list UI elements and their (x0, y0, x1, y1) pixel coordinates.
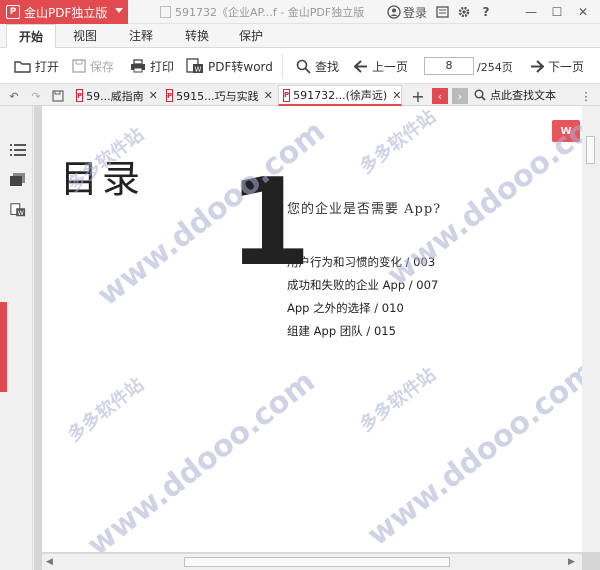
window-title: 591732《企业AP...f - 金山PDF独立版 (160, 4, 364, 20)
tab-annotate[interactable]: 注释 (118, 24, 164, 48)
pdf-to-word-label: PDF转word (208, 59, 273, 74)
close-tab-icon[interactable]: ✕ (149, 89, 158, 102)
pdf-page: 目录 1 您的企业是否需要 App? 用户行为和习惯的变化 / 003 成功和失… (42, 106, 582, 552)
page-number-input[interactable]: 8 (424, 57, 474, 75)
arrow-left-icon (354, 59, 367, 73)
maximize-icon[interactable]: ☐ (546, 0, 568, 24)
vertical-scrollbar[interactable] (582, 106, 600, 552)
doc-tab-label: 5915...巧与实践 (176, 89, 259, 103)
svg-text:W: W (18, 210, 24, 217)
title-bar: P 金山PDF独立版 591732《企业AP...f - 金山PDF独立版 登录… (0, 0, 600, 24)
login-link[interactable]: 登录 (403, 4, 427, 21)
watermark-text: 多多软件站 (355, 364, 440, 437)
tab-protect[interactable]: 保护 (228, 24, 274, 48)
pdf-file-icon: P (76, 89, 84, 102)
toc-item[interactable]: App 之外的选择 / 010 (287, 300, 404, 316)
user-icon[interactable] (387, 5, 401, 19)
new-tab-icon[interactable]: + (410, 87, 426, 106)
undo-icon[interactable]: ↶ (6, 88, 22, 104)
toc-item[interactable]: 组建 App 团队 / 015 (287, 323, 396, 339)
text-search-box[interactable]: 点此查找文本 (474, 87, 556, 103)
file-icon (160, 6, 171, 18)
doc-tab-label: 591732...(徐声远) (293, 89, 388, 102)
printer-icon (131, 59, 145, 73)
toolbar-divider (282, 54, 283, 78)
page-total: /254页 (477, 61, 513, 74)
sidebar-collapse-handle[interactable] (0, 302, 7, 392)
svg-text:W: W (195, 66, 202, 74)
word-convert-icon: W (186, 58, 203, 74)
print-label: 打印 (150, 59, 175, 74)
save-quick-icon[interactable] (50, 88, 66, 104)
open-label: 打开 (35, 59, 60, 74)
thumbnails-icon[interactable] (10, 172, 26, 188)
horizontal-scroll-thumb[interactable] (184, 557, 450, 567)
outline-list-icon[interactable] (10, 142, 26, 158)
save-button[interactable]: 保存 (72, 56, 114, 76)
document-tab-strip: ↶ ↷ P 59...威指南 ✕ P 5915...巧与实践 ✕ P 59173… (0, 84, 600, 106)
search-icon (296, 59, 311, 74)
redo-icon[interactable]: ↷ (28, 88, 44, 104)
ribbon-tabs: 开始 视图 注释 转换 保护 (0, 24, 600, 49)
find-button[interactable]: 查找 (296, 56, 339, 76)
next-page-button[interactable]: 下一页 (530, 56, 584, 76)
save-label: 保存 (90, 59, 115, 74)
close-tab-icon[interactable]: ✕ (392, 89, 401, 102)
message-icon[interactable] (435, 5, 449, 19)
scroll-tabs-left-icon[interactable]: ‹ (432, 88, 448, 104)
more-icon[interactable]: ⋮ (578, 88, 594, 104)
help-icon[interactable]: ? (479, 5, 493, 19)
search-placeholder: 点此查找文本 (490, 89, 556, 102)
arrow-right-icon (531, 59, 544, 73)
word-export-side-icon[interactable]: W (10, 202, 26, 218)
scroll-right-icon[interactable]: ▶ (568, 557, 575, 567)
app-name: 金山PDF独立版 (24, 5, 108, 20)
chapter-title: 您的企业是否需要 App? (287, 202, 442, 217)
window-title-text: 591732《企业AP...f - 金山PDF独立版 (175, 6, 365, 19)
horizontal-scrollbar[interactable]: ◀ ▶ (42, 553, 582, 570)
tab-start[interactable]: 开始 (6, 24, 56, 49)
close-tab-icon[interactable]: ✕ (264, 89, 273, 102)
pdf-file-icon: P (166, 89, 174, 102)
tab-view[interactable]: 视图 (62, 24, 108, 48)
doc-tab-label: 59...威指南 (86, 89, 144, 103)
folder-icon (14, 61, 31, 73)
document-viewport: 目录 1 您的企业是否需要 App? 用户行为和习惯的变化 / 003 成功和失… (34, 106, 600, 570)
doc-tab-3[interactable]: P 591732...(徐声远) ✕ (278, 85, 402, 106)
doc-tab-1[interactable]: P 59...威指南 ✕ (72, 85, 160, 106)
close-icon[interactable]: ✕ (572, 0, 594, 24)
minimize-icon[interactable]: — (520, 0, 542, 24)
open-button[interactable]: 打开 (14, 56, 59, 76)
app-logo-icon: P (6, 5, 20, 19)
doc-tab-2[interactable]: P 5915...巧与实践 ✕ (162, 85, 274, 106)
search-icon (474, 89, 486, 101)
left-sidebar: W (0, 106, 33, 570)
app-menu-button[interactable]: P 金山PDF独立版 (0, 0, 128, 24)
pdf-to-word-button[interactable]: W PDF转word (186, 56, 273, 76)
next-page-label: 下一页 (548, 59, 585, 74)
gear-icon[interactable] (457, 5, 471, 19)
prev-page-label: 上一页 (372, 59, 409, 74)
scroll-left-icon[interactable]: ◀ (46, 557, 53, 567)
vertical-scroll-thumb[interactable] (586, 136, 595, 164)
watermark-text: 多多软件站 (63, 374, 148, 447)
chevron-down-icon (115, 8, 123, 13)
print-button[interactable]: 打印 (130, 56, 174, 76)
find-label: 查找 (315, 59, 340, 74)
pdf-file-icon: P (283, 88, 291, 102)
watermark-text: 多多软件站 (355, 106, 440, 179)
prev-page-button[interactable]: 上一页 (354, 56, 408, 76)
save-icon (72, 59, 86, 73)
tab-convert[interactable]: 转换 (174, 24, 220, 48)
scroll-tabs-right-icon[interactable]: › (452, 88, 468, 104)
